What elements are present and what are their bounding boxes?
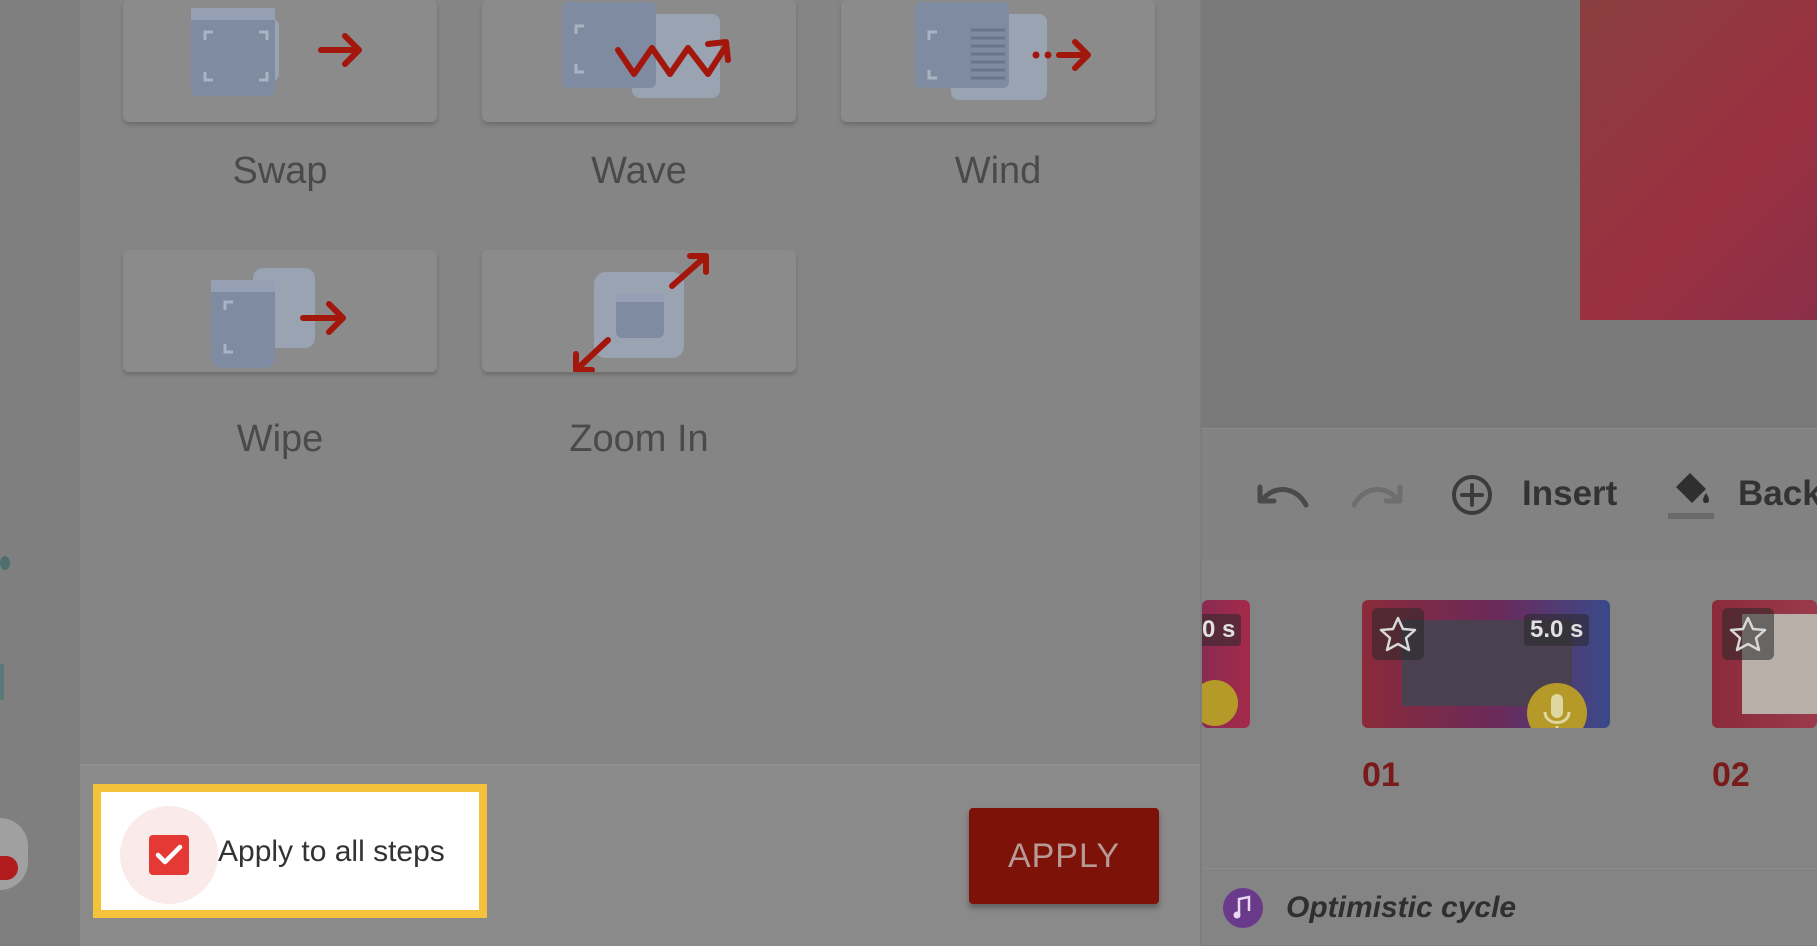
- wipe-icon: [211, 268, 346, 368]
- avatar[interactable]: [0, 818, 28, 890]
- transition-tile-zoom-in[interactable]: [482, 250, 796, 372]
- music-bar[interactable]: Optimistic cycle: [1202, 868, 1817, 945]
- apply-all-steps-checkbox[interactable]: [149, 835, 189, 875]
- redo-icon[interactable]: [1350, 475, 1408, 515]
- music-note-icon: [1223, 888, 1263, 928]
- step-number: 02: [1712, 756, 1750, 794]
- microphone-icon[interactable]: [1202, 680, 1238, 726]
- editor-toolbar: Insert Back: [1202, 428, 1817, 562]
- timeline-step-thumbnail[interactable]: [1712, 600, 1817, 728]
- sidebar-dot-icon: [0, 556, 10, 570]
- step-duration: 5.0 s: [1524, 614, 1590, 646]
- transition-tile-wind[interactable]: [841, 0, 1155, 122]
- timeline-step-thumbnail[interactable]: 5.0 s: [1362, 600, 1610, 728]
- checkmark-icon: [155, 844, 183, 865]
- insert-button-label[interactable]: Insert: [1522, 474, 1617, 514]
- sidebar-search-icon[interactable]: [0, 664, 12, 700]
- wave-icon: [562, 2, 731, 98]
- preview-canvas: [1580, 0, 1817, 320]
- apply-all-steps-label[interactable]: Apply to all steps: [218, 835, 445, 869]
- music-title: Optimistic cycle: [1286, 891, 1517, 924]
- transition-tile-swap[interactable]: [123, 0, 437, 122]
- apply-button[interactable]: APPLY: [969, 808, 1159, 904]
- undo-icon[interactable]: [1252, 475, 1310, 515]
- star-icon[interactable]: [1372, 608, 1424, 660]
- step-number: 01: [1362, 756, 1400, 794]
- step-duration: 0 s: [1202, 614, 1242, 646]
- left-sidebar: [0, 0, 80, 944]
- zoom-in-icon: [573, 253, 709, 372]
- timeline: 0 s 5.0 s 01 02: [1202, 560, 1817, 868]
- paint-bucket-icon[interactable]: [1664, 467, 1718, 523]
- transition-label-wipe: Wipe: [236, 418, 324, 460]
- microphone-icon[interactable]: [1526, 682, 1588, 728]
- star-icon[interactable]: [1722, 608, 1774, 660]
- background-button-label[interactable]: Back: [1738, 474, 1817, 514]
- swap-icon: [191, 8, 362, 96]
- transition-label-zoom-in: Zoom In: [569, 418, 709, 460]
- timeline-step-thumbnail[interactable]: 0 s: [1202, 600, 1250, 728]
- wind-icon: [915, 2, 1091, 100]
- transition-label-swap: Swap: [232, 150, 328, 192]
- transition-label-wind: Wind: [954, 150, 1042, 192]
- transition-tile-wave[interactable]: [482, 0, 796, 122]
- insert-plus-icon[interactable]: [1450, 473, 1494, 517]
- transition-tile-wipe[interactable]: [123, 250, 437, 372]
- transition-label-wave: Wave: [591, 150, 687, 192]
